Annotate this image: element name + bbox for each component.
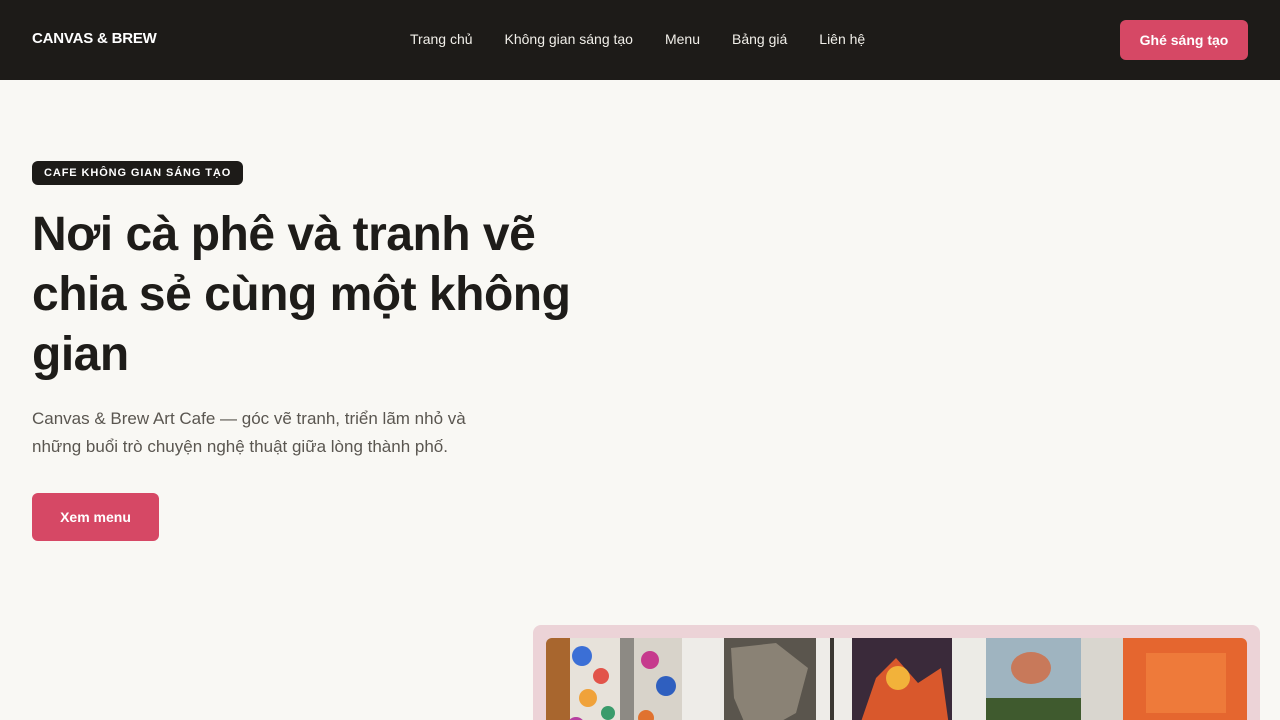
brand-logo[interactable]: CANVAS & BREW — [32, 30, 157, 47]
nav-link-menu[interactable]: Menu — [665, 31, 700, 47]
hero-subtitle: Canvas & Brew Art Cafe — góc vẽ tranh, t… — [32, 409, 466, 456]
top-navigation-bar: CANVAS & BREW Trang chủ Không gian sáng … — [0, 0, 1280, 80]
nav-link-contact[interactable]: Liên hệ — [819, 31, 865, 47]
visit-button[interactable]: Ghé sáng tạo — [1120, 20, 1248, 60]
main-nav: Trang chủ Không gian sáng tạo Menu Bảng … — [410, 31, 897, 47]
art-wall-illustration — [546, 638, 1247, 720]
view-menu-button[interactable]: Xem menu — [32, 493, 159, 541]
nav-link-pricing[interactable]: Bảng giá — [732, 31, 787, 47]
category-badge: CAFE KHÔNG GIAN SÁNG TẠO — [32, 161, 244, 185]
nav-link-creative-space[interactable]: Không gian sáng tạo — [505, 31, 633, 47]
gallery-image-frame — [533, 625, 1260, 720]
gallery-photo — [546, 638, 1247, 720]
nav-link-home[interactable]: Trang chủ — [410, 31, 473, 47]
hero-title: Nơi cà phê và tranh vẽ chia sẻ cùng một … — [32, 208, 571, 381]
